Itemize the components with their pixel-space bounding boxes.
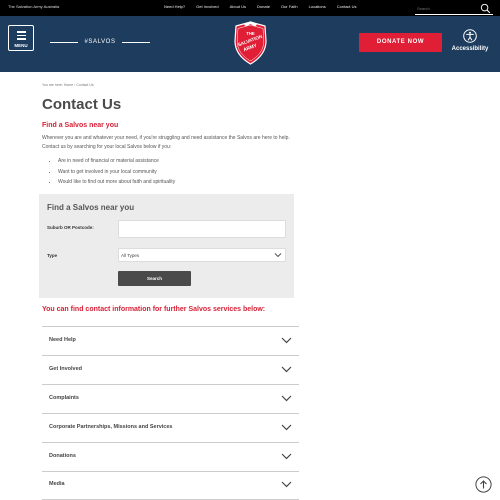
search-icon[interactable] xyxy=(480,3,491,14)
nav-link-need-help[interactable]: Need Help? xyxy=(164,4,185,9)
accordion-item-corporate-partnerships[interactable]: Corporate Partnerships, Missions and Ser… xyxy=(42,414,299,443)
page-title: Contact Us xyxy=(42,96,122,113)
nav-link-contact-us[interactable]: Contact Us xyxy=(337,4,357,9)
nav-link-get-involved[interactable]: Get Involved xyxy=(196,4,218,9)
nav-link-donate[interactable]: Donate xyxy=(257,4,270,9)
svg-text:THE: THE xyxy=(246,31,255,36)
nav-link-about-us[interactable]: About Us xyxy=(230,4,246,9)
org-name-link[interactable]: The Salvation Army Australia xyxy=(8,4,59,9)
suburb-label: Suburb OR Postcode: xyxy=(47,225,94,230)
menu-label: MENU xyxy=(14,43,28,48)
needs-list: Are in need of financial or material ass… xyxy=(52,157,175,189)
utility-nav: Need Help? Get Involved About Us Donate … xyxy=(164,4,368,9)
find-salvos-heading: Find a Salvos near you xyxy=(42,122,119,129)
nav-link-locations[interactable]: Locations xyxy=(309,4,326,9)
search-input[interactable] xyxy=(417,4,475,12)
accordion-item-donations[interactable]: Donations xyxy=(42,443,299,472)
site-search xyxy=(415,2,493,15)
type-selected-value: All Types xyxy=(121,253,140,258)
hamburger-icon xyxy=(17,31,26,42)
list-item: Would like to find out more about faith … xyxy=(58,178,175,189)
nav-link-our-faith[interactable]: Our Faith xyxy=(281,4,298,9)
chevron-down-icon xyxy=(281,453,292,460)
hashtag: #SALVOS xyxy=(50,39,150,45)
accordion-item-get-involved[interactable]: Get Involved xyxy=(42,356,299,385)
finder-title: Find a Salvos near you xyxy=(47,203,135,212)
accordion-label: Complaints xyxy=(49,395,79,401)
accordion-item-need-help[interactable]: Need Help xyxy=(42,327,299,356)
chevron-down-icon xyxy=(281,337,292,344)
accessibility-button[interactable]: Accessibility xyxy=(448,29,492,52)
hashtag-text: #SALVOS xyxy=(84,39,116,45)
accordion-label: Get Involved xyxy=(49,366,83,372)
utility-bar: The Salvation Army Australia Need Help? … xyxy=(0,0,500,16)
type-label: Type xyxy=(47,253,58,258)
intro-paragraph: Wherever you are and whatever your need,… xyxy=(42,135,290,150)
site-header: MENU #SALVOS THE SALVATION ARMY DONATE N… xyxy=(0,16,500,72)
accessibility-label: Accessibility xyxy=(451,46,489,52)
accordion-item-complaints[interactable]: Complaints xyxy=(42,385,299,414)
menu-button[interactable]: MENU xyxy=(8,25,34,51)
accordion-label: Donations xyxy=(49,453,76,459)
chevron-down-icon xyxy=(281,395,292,402)
chevron-down-icon xyxy=(281,424,292,431)
search-button[interactable]: Search xyxy=(118,271,191,286)
type-select[interactable]: All Types xyxy=(118,248,286,262)
accordion-item-media[interactable]: Media xyxy=(42,471,299,500)
accordion-label: Need Help xyxy=(49,337,76,343)
salvos-finder: Find a Salvos near you Suburb OR Postcod… xyxy=(39,194,294,298)
suburb-postcode-input[interactable] xyxy=(118,220,286,238)
list-item: Are in need of financial or material ass… xyxy=(58,157,175,168)
services-heading: You can find contact information for fur… xyxy=(42,306,266,313)
accordion-label: Corporate Partnerships, Missions and Ser… xyxy=(49,424,173,430)
chevron-down-icon xyxy=(281,366,292,373)
back-to-top-icon[interactable] xyxy=(475,476,492,493)
list-item: Want to get involved in your local commu… xyxy=(58,168,175,179)
chevron-down-icon xyxy=(281,481,292,488)
chevron-down-icon xyxy=(274,253,282,258)
donate-now-button[interactable]: DONATE NOW xyxy=(359,33,442,52)
accessibility-icon xyxy=(463,29,477,43)
salvation-army-logo[interactable]: THE SALVATION ARMY xyxy=(232,21,269,65)
accordion-label: Media xyxy=(49,481,65,487)
breadcrumb[interactable]: You are here: Home › Contact Us xyxy=(42,83,94,87)
